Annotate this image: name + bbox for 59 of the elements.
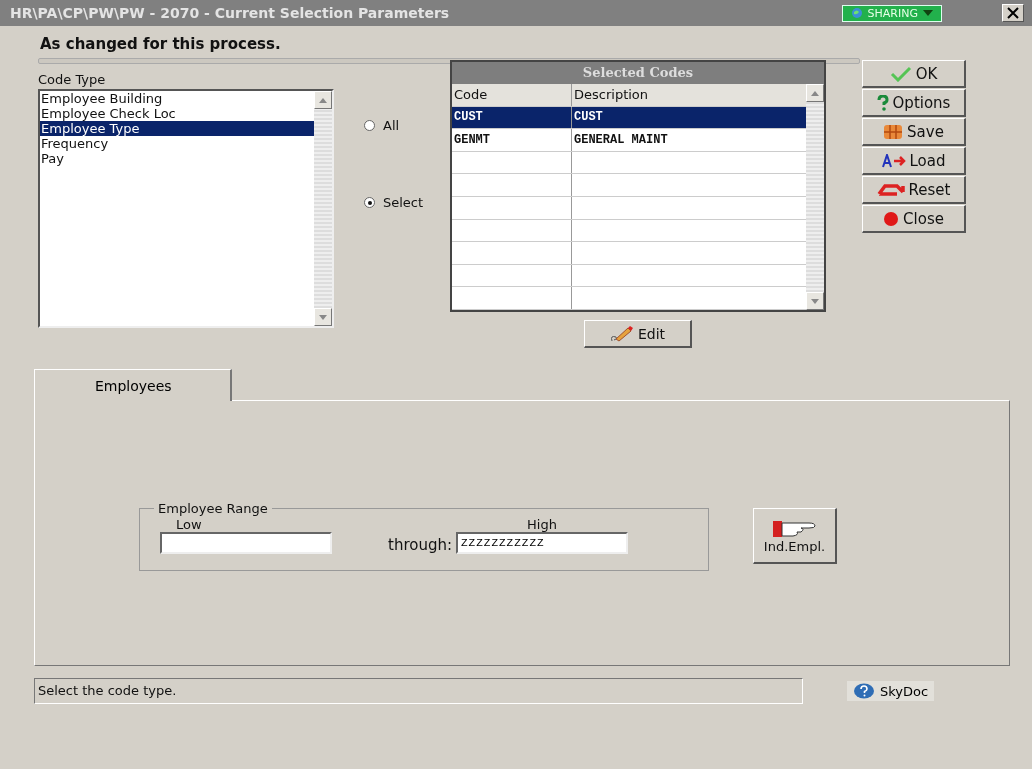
group-title: Employee Range [157,501,269,516]
globe-icon [850,7,863,19]
tab[interactable]: Employees [34,369,232,401]
reset-arrows-icon [876,181,905,198]
radio-label: Select [383,195,424,210]
radio-button[interactable] [364,120,375,131]
up-arrow-icon [319,97,327,103]
scrollbar[interactable] [806,84,824,310]
edit-button[interactable]: Edit [584,320,692,348]
check-icon [889,65,912,82]
caret-icon [923,10,933,16]
table-cell: GENMT [452,129,572,151]
table-row[interactable]: CUST CUST [452,106,806,130]
table-title: Selected Codes [452,62,824,84]
up-arrow-icon [811,90,819,96]
close-icon [1007,7,1019,19]
radio-option[interactable]: All [364,118,450,133]
table-cell-text: CUST [573,109,604,127]
save-button[interactable]: Save [862,118,966,146]
through-label: through: [388,536,452,554]
help-icon [853,683,875,699]
stop-icon [883,210,900,227]
options-button[interactable]: Options [862,89,966,117]
table-cell: CUST [452,106,572,129]
high-label: High [527,517,557,532]
individual-employee-button[interactable]: Ind.Empl. [753,508,837,564]
ok-button[interactable]: OK [862,60,966,88]
radio-label: All [383,118,400,133]
down-arrow-icon [811,298,819,304]
column-header: Code [452,84,572,106]
down-arrow-icon [319,314,327,320]
table-cell-text: GENERAL MAINT [573,132,669,149]
disk-icon [883,123,904,140]
code-type-label: Code Type [38,72,107,87]
list-item[interactable]: Pay [40,151,314,166]
column-header: Description [573,86,650,105]
question-icon [876,94,889,111]
pencil-icon [609,324,634,343]
load-icon [881,153,906,168]
table-row[interactable]: GENMT GENERAL MAINT [452,129,806,152]
high-field[interactable]: ZZZZZZZZZZZ [456,532,628,554]
load-button[interactable]: Load [862,147,966,175]
code-type-list[interactable]: Employee Building Employee Check Loc Employee Type Frequency Pay [38,89,334,328]
low-label: Low [176,517,203,532]
low-field[interactable] [160,532,332,554]
close-button[interactable] [1002,4,1024,22]
scrollbar[interactable] [314,91,332,326]
window-title: HR\PA\CP\PW\PW - 2070 - Current Selection Parameters [10,5,451,21]
radio-button[interactable] [364,197,375,208]
help-button[interactable]: SkyDoc [847,681,935,701]
list-item[interactable]: Employee Building [40,91,314,106]
status-message: Select the code type. [34,678,803,704]
close-button[interactable]: Close [862,205,966,233]
radio-option[interactable]: Select [364,195,450,210]
list-item[interactable]: Frequency [40,136,314,151]
list-item[interactable]: Employee Check Loc [40,106,314,121]
reset-button[interactable]: Reset [862,176,966,204]
process-heading: As changed for this process. [40,35,282,53]
list-item[interactable]: Employee Type [40,121,314,136]
